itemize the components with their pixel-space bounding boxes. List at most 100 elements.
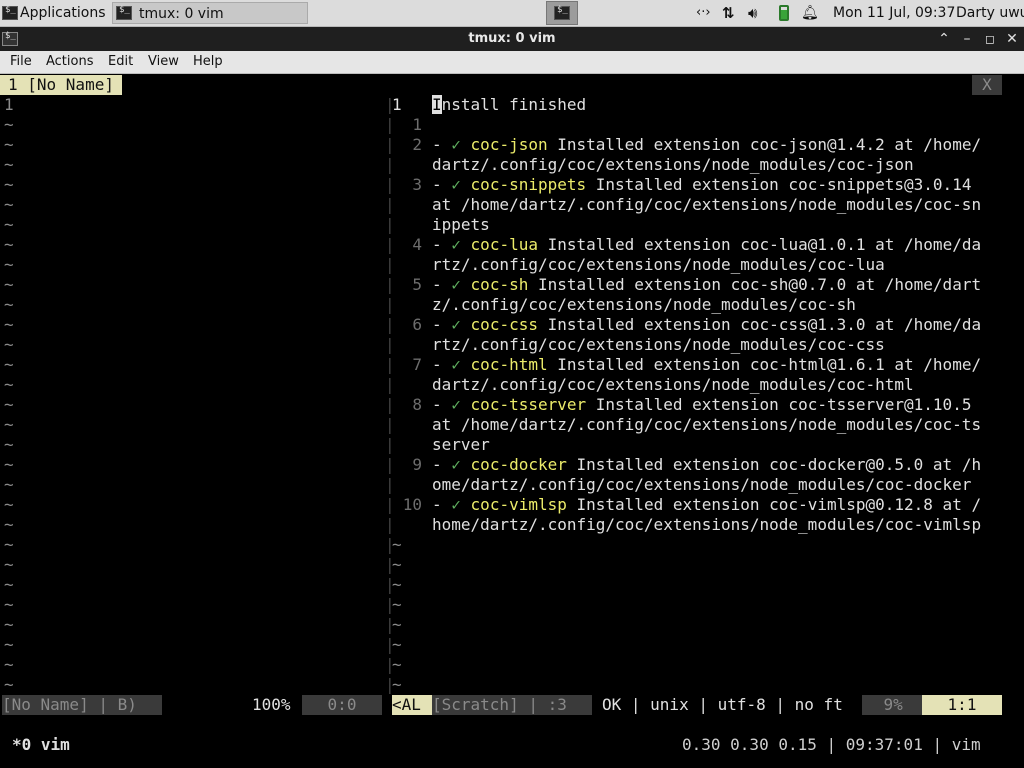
install-log-wrap: ippets — [432, 215, 490, 234]
menu-help[interactable]: Help — [193, 51, 223, 73]
install-message: Installed extension coc-docker@0.5.0 at … — [566, 455, 982, 474]
install-message: Installed extension coc-json@1.4.2 at /h… — [547, 135, 982, 154]
empty-line-tilde: ~ — [392, 575, 402, 594]
statusline-left-position: 0:0 — [302, 695, 382, 715]
network-transfer-icon[interactable]: ⇅ — [722, 0, 735, 26]
volume-icon[interactable]: 🔊︎ — [748, 0, 757, 26]
terminal-area[interactable]: 1 [No Name] X 1 ~ ~ ~ ~ ~ ~ ~ ~ ~ ~ ~ ~ ~ ~ ~ ~ ~ ~ ~ ~ ~ ~ ~ ~… — [0, 74, 1024, 768]
window-minimize-button[interactable]: – — [957, 27, 977, 51]
empty-line-tilde: ~ — [392, 675, 402, 694]
network-icon[interactable]: ‹·› — [696, 0, 711, 26]
empty-line-tilde: ~ — [392, 535, 402, 554]
install-message: Installed extension coc-lua@1.0.1 at /ho… — [537, 235, 982, 254]
extension-name: coc-sh — [470, 275, 529, 294]
empty-line-tilde: ~ — [4, 635, 14, 654]
empty-line-tilde: ~ — [4, 255, 14, 274]
vim-left-pane[interactable]: 1 ~ ~ ~ ~ ~ ~ ~ ~ ~ ~ ~ ~ ~ ~ ~ ~ ~ ~ ~ ~ ~ ~ ~ ~ ~ ~ ~ ~ ~ — [0, 95, 386, 695]
install-log-line: - ✓ coc-snippets Installed extension coc… — [432, 175, 971, 195]
bullet-prefix: - ✓ — [432, 395, 461, 414]
statusline-buffer-name: [No Name] | B) — [2, 695, 162, 715]
empty-line-tilde: ~ — [4, 195, 14, 214]
install-log-wrap: rtz/.config/coc/extensions/node_modules/… — [432, 335, 885, 354]
window-shade-button[interactable]: ⌃ — [934, 27, 954, 51]
user-menu[interactable]: Darty uwu — [956, 0, 1024, 26]
install-log-line: - ✓ coc-lua Installed extension coc-lua@… — [432, 235, 981, 255]
vim-right-pane[interactable]: 1 Install finished 1 2 - ✓ coc-json Insta… — [392, 95, 1024, 695]
extension-name: coc-json — [470, 135, 548, 154]
empty-line-tilde: ~ — [392, 635, 402, 654]
menu-view[interactable]: View — [148, 51, 179, 73]
bullet-prefix: - ✓ — [432, 135, 461, 154]
statusline-file-info: OK | unix | utf-8 | no ft — [602, 695, 843, 714]
empty-line-tilde: ~ — [4, 595, 14, 614]
empty-line-tilde: ~ — [4, 315, 14, 334]
terminal-launcher-button[interactable] — [546, 1, 578, 25]
window-title: tmux: 0 vim — [468, 31, 556, 46]
empty-line-tilde: ~ — [4, 355, 14, 374]
applications-label: Applications — [20, 5, 106, 21]
vim-tab-active[interactable]: 1 [No Name] — [0, 75, 122, 95]
extension-name: coc-docker — [470, 455, 567, 474]
install-message: Installed extension coc-css@1.3.0 at /ho… — [537, 315, 982, 334]
vim-statusline: [No Name] | B) 100% 0:0 <AL [Scratch] | … — [0, 695, 1024, 715]
install-message: Installed extension coc-html@1.6.1 at /h… — [547, 355, 982, 374]
tmux-status-right: 0.30 0.30 0.15 | 09:37:01 | vim — [682, 735, 981, 754]
menu-edit[interactable]: Edit — [108, 51, 133, 73]
applications-menu-button[interactable]: Applications — [0, 0, 108, 26]
top-panel: Applications tmux: 0 vim ‹·› ⇅ 🔊︎ 🔔︎ Mon… — [0, 0, 1024, 27]
empty-line-tilde: ~ — [4, 555, 14, 574]
empty-line-tilde: ~ — [4, 235, 14, 254]
statusline-right-percent: 9% — [862, 695, 922, 715]
empty-line-tilde: ~ — [4, 295, 14, 314]
empty-line-tilde: ~ — [392, 595, 402, 614]
empty-line-tilde: ~ — [4, 395, 14, 414]
empty-line-tilde: ~ — [4, 575, 14, 594]
bullet-prefix: - ✓ — [432, 235, 461, 254]
relative-line-number: 1 — [412, 115, 422, 134]
window-close-button[interactable]: ✕ — [1002, 27, 1022, 51]
taskbar-item-tmux[interactable]: tmux: 0 vim — [112, 2, 308, 24]
line-number: 7 — [412, 355, 422, 374]
empty-line-tilde: ~ — [4, 375, 14, 394]
text-cursor: I — [432, 95, 442, 114]
bullet-prefix: - ✓ — [432, 455, 461, 474]
battery-icon[interactable] — [779, 5, 789, 21]
empty-line-tilde: ~ — [4, 655, 14, 674]
menu-bar: File Actions Edit View Help — [0, 51, 1024, 74]
menu-file[interactable]: File — [10, 51, 32, 73]
install-message: Installed extension coc-vimlsp@0.12.8 at… — [566, 495, 982, 514]
taskbar-item-label: tmux: 0 vim — [139, 6, 224, 22]
empty-line-tilde: ~ — [4, 615, 14, 634]
bullet-prefix: - ✓ — [432, 495, 461, 514]
empty-line-tilde: ~ — [392, 615, 402, 634]
line-number: 4 — [412, 235, 422, 254]
statusline-cursor-position: 1:1 — [922, 695, 1002, 715]
empty-line-tilde: ~ — [4, 275, 14, 294]
left-line-number: 1 — [4, 95, 14, 114]
install-log-line: - ✓ coc-sh Installed extension coc-sh@0.… — [432, 275, 981, 295]
notification-bell-icon[interactable]: 🔔︎ — [801, 0, 819, 26]
clock[interactable]: Mon 11 Jul, 09:37 — [833, 0, 955, 26]
install-message: Installed extension coc-sh@0.7.0 at /hom… — [528, 275, 982, 294]
install-log-wrap: home/dartz/.config/coc/extensions/node_m… — [432, 515, 982, 534]
tmux-window-name[interactable]: *0 vim — [12, 735, 70, 755]
extension-name: coc-html — [470, 355, 548, 374]
line-number: 6 — [412, 315, 422, 334]
install-message: Installed extension coc-snippets@3.0.14 — [586, 175, 972, 194]
menu-actions[interactable]: Actions — [46, 51, 94, 73]
bullet-prefix: - ✓ — [432, 315, 461, 334]
empty-line-tilde: ~ — [4, 475, 14, 494]
right-current-line-number: 1 — [392, 95, 402, 114]
extension-name: coc-snippets — [470, 175, 587, 194]
install-log-line: - ✓ coc-vimlsp Installed extension coc-v… — [432, 495, 981, 515]
window-maximize-button[interactable]: ◻ — [980, 27, 1000, 51]
empty-line-tilde: ~ — [4, 455, 14, 474]
empty-line-tilde: ~ — [4, 115, 14, 134]
statusline-mode: <AL — [392, 695, 432, 715]
extension-name: coc-lua — [470, 235, 538, 254]
vim-tab-close-button[interactable]: X — [972, 75, 1002, 95]
line-number: 8 — [412, 395, 422, 414]
empty-line-tilde: ~ — [4, 515, 14, 534]
window-titlebar[interactable]: tmux: 0 vim ⌃ – ◻ ✕ — [0, 27, 1024, 51]
install-message: Installed extension coc-tsserver@1.10.5 — [586, 395, 972, 414]
